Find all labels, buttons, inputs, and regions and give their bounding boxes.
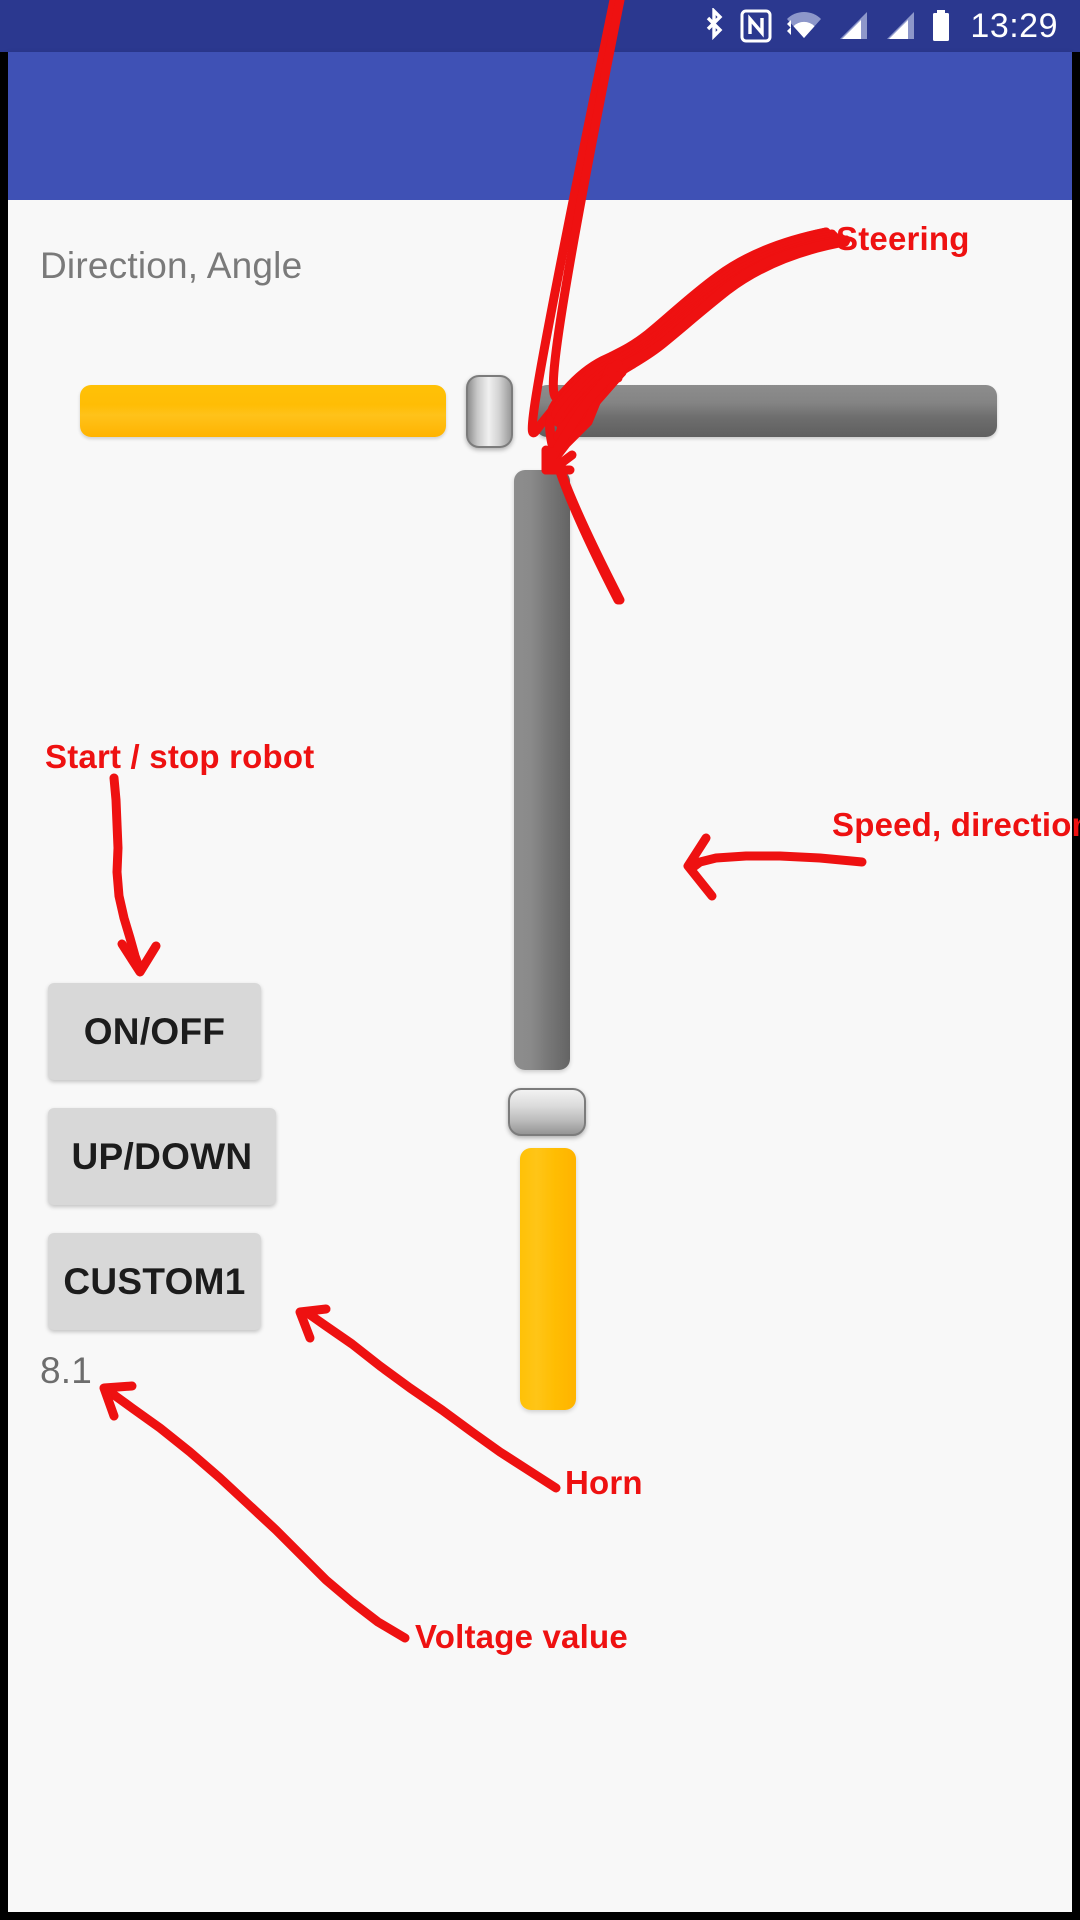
speed-slider-track xyxy=(514,470,570,1070)
signal-sim1-icon xyxy=(836,8,870,44)
status-bar-icons xyxy=(701,6,952,44)
speed-slider-thumb[interactable] xyxy=(508,1088,586,1136)
steering-slider-track xyxy=(536,385,997,437)
speed-direction-slider[interactable] xyxy=(508,470,586,1410)
steering-slider[interactable] xyxy=(80,375,997,448)
nfc-icon xyxy=(740,8,772,44)
speed-slider-fill xyxy=(520,1148,576,1410)
status-bar: 13:29 xyxy=(0,0,1080,52)
bluetooth-icon xyxy=(701,6,727,44)
signal-sim2-icon xyxy=(883,8,917,44)
direction-angle-label: Direction, Angle xyxy=(40,245,303,286)
on-off-button[interactable]: ON/OFF xyxy=(48,983,261,1080)
app-bar xyxy=(8,52,1072,200)
phone-screen: 13:29 Direction, Angle ON/OFF UP/DOWN CU… xyxy=(0,0,1080,1920)
custom1-button[interactable]: CUSTOM1 xyxy=(48,1233,261,1330)
steering-slider-fill xyxy=(80,385,446,437)
voltage-value: 8.1 xyxy=(40,1350,93,1391)
wifi-icon xyxy=(785,8,823,44)
status-bar-clock: 13:29 xyxy=(970,7,1058,45)
battery-icon xyxy=(930,8,952,44)
up-down-button[interactable]: UP/DOWN xyxy=(48,1108,276,1205)
steering-slider-thumb[interactable] xyxy=(466,375,513,448)
